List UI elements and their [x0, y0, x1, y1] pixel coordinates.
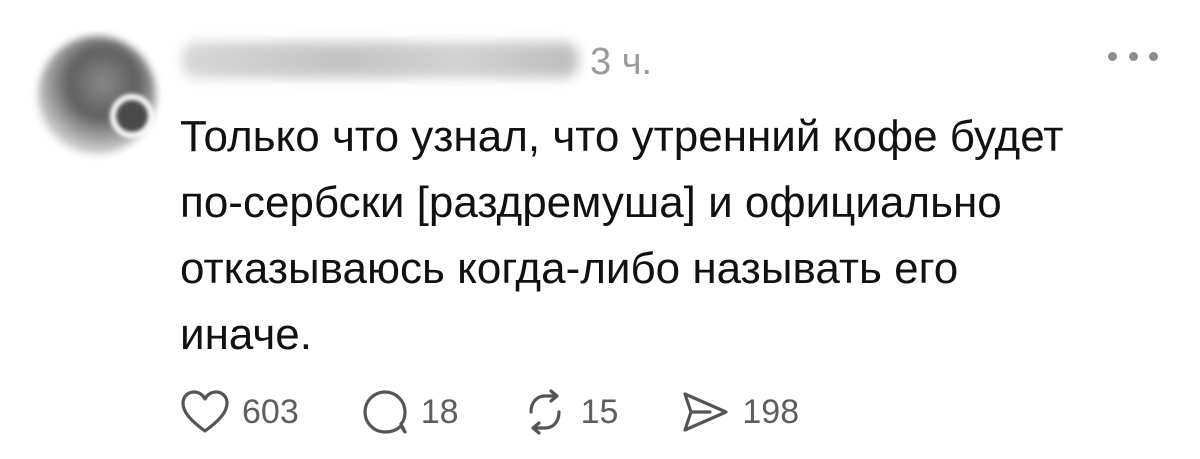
share-count: 198 [742, 393, 800, 431]
repost-count: 15 [580, 393, 619, 431]
post-text-line: Только что узнал, что утренний кофе буде… [180, 112, 1064, 161]
more-dot [1149, 51, 1158, 61]
more-dot [1108, 51, 1117, 61]
post-text-line: иначе. [180, 310, 312, 359]
post-time: 3 ч. [590, 41, 653, 83]
repost-icon [528, 389, 561, 435]
reply-count: 18 [420, 393, 459, 431]
action-bar: 603 18 15 198 [180, 384, 861, 440]
comment-icon [363, 390, 407, 434]
repost-button[interactable]: 15 [521, 388, 619, 436]
avatar[interactable] [38, 36, 156, 154]
reply-button[interactable]: 18 [361, 388, 459, 436]
heart-icon [181, 390, 229, 433]
post-card: sergeevich_rafael 3 ч. Только что узнал,… [0, 0, 1200, 459]
post-text: Только что узнал, что утренний кофе буде… [180, 104, 1170, 368]
more-dot [1128, 51, 1138, 61]
post-text-line: по-сербски [раздремуша] и официально [180, 178, 1002, 227]
share-button[interactable]: 198 [680, 389, 799, 435]
like-count: 603 [242, 393, 299, 431]
more-options-icon[interactable] [1108, 46, 1158, 66]
like-button[interactable]: 603 [180, 389, 299, 435]
username-blurred[interactable]: sergeevich_rafael [182, 42, 578, 78]
post-text-line: отказываюсь когда-либо называть его [180, 244, 959, 293]
share-icon [683, 392, 728, 432]
avatar-badge [110, 94, 154, 138]
